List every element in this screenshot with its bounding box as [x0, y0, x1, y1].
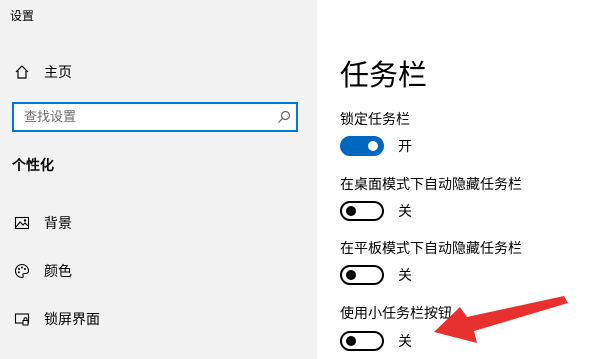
page-title: 任务栏 — [340, 58, 428, 92]
lock-taskbar-toggle[interactable] — [340, 136, 384, 156]
sidebar: 设置 主页 个性化 背景 颜色 锁屏界面 — [0, 0, 317, 359]
toggle-knob — [346, 206, 356, 216]
setting-row-autohide-desktop: 关 — [340, 201, 412, 221]
section-title: 个性化 — [12, 158, 54, 174]
setting-label-autohide-tablet: 在平板模式下自动隐藏任务栏 — [340, 241, 522, 257]
search-icon[interactable] — [272, 110, 296, 124]
sidebar-item-label: 颜色 — [44, 264, 72, 280]
autohide-tablet-toggle[interactable] — [340, 265, 384, 285]
sidebar-item-background[interactable]: 背景 — [12, 211, 72, 235]
palette-icon — [12, 261, 32, 281]
toggle-knob — [368, 141, 378, 151]
setting-row-lock-taskbar: 开 — [340, 136, 412, 156]
toggle-state-text: 开 — [398, 139, 412, 155]
sidebar-item-colors[interactable]: 颜色 — [12, 259, 72, 283]
setting-label-lock-taskbar: 锁定任务栏 — [340, 112, 410, 128]
toggle-state-text: 关 — [398, 268, 412, 284]
autohide-desktop-toggle[interactable] — [340, 201, 384, 221]
search-box[interactable] — [12, 102, 298, 132]
toggle-knob — [346, 270, 356, 280]
toggle-knob — [346, 336, 356, 346]
sidebar-item-lock-screen[interactable]: 锁屏界面 — [12, 307, 100, 331]
setting-row-small-buttons: 关 — [340, 331, 412, 351]
toggle-state-text: 关 — [398, 334, 412, 350]
search-input[interactable] — [14, 109, 272, 125]
window-title: 设置 — [10, 9, 35, 23]
lock-screen-icon — [12, 309, 32, 329]
sidebar-item-label: 主页 — [44, 65, 72, 81]
image-icon — [12, 213, 32, 233]
toggle-state-text: 关 — [398, 204, 412, 220]
setting-row-autohide-tablet: 关 — [340, 265, 412, 285]
sidebar-item-label: 背景 — [44, 216, 72, 232]
sidebar-item-label: 锁屏界面 — [44, 312, 100, 328]
sidebar-item-home[interactable]: 主页 — [12, 60, 72, 84]
annotation-arrow-icon — [434, 296, 568, 343]
setting-label-autohide-desktop: 在桌面模式下自动隐藏任务栏 — [340, 177, 522, 193]
home-icon — [12, 62, 32, 82]
small-buttons-toggle[interactable] — [340, 331, 384, 351]
